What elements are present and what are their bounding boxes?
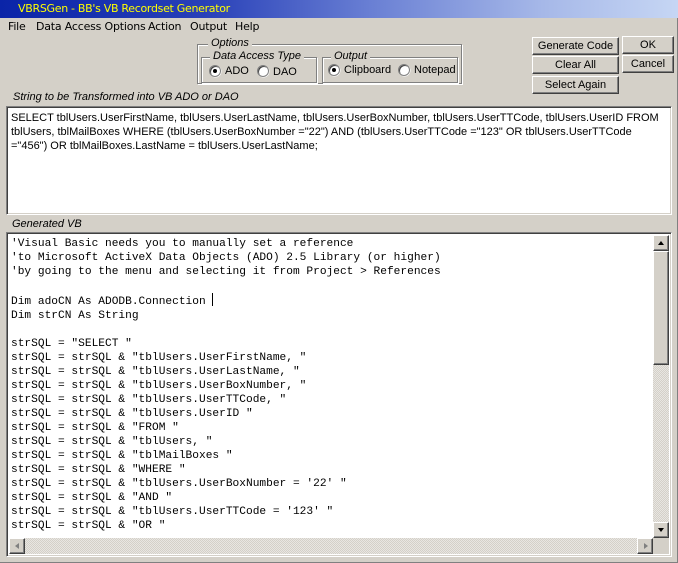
radio-clipboard-label[interactable]: Clipboard (344, 64, 391, 76)
radio-notepad-label[interactable]: Notepad (414, 64, 456, 76)
menu-help[interactable]: Help (235, 20, 259, 33)
radio-notepad-indicator[interactable] (398, 64, 410, 76)
radio-dao[interactable]: DAO (257, 65, 297, 78)
cancel-button[interactable]: Cancel (622, 55, 674, 73)
options-group: Options Data Access Type ADO DAO Output … (197, 37, 462, 84)
code-line: strSQL = strSQL & "tblUsers.UserTTCode =… (11, 506, 334, 518)
ok-button[interactable]: OK (622, 36, 674, 54)
horizontal-scrollbar[interactable] (9, 538, 653, 554)
code-line: strSQL = strSQL & "FROM " (11, 422, 179, 434)
arrow-up-icon (658, 241, 664, 245)
sql-input-textarea[interactable]: SELECT tblUsers.UserFirstName, tblUsers.… (6, 106, 672, 215)
code-line: strSQL = strSQL & "OR " (11, 520, 166, 532)
sql-input-label: String to be Transformed into VB ADO or … (13, 91, 239, 103)
radio-notepad[interactable]: Notepad (398, 64, 456, 76)
menu-file[interactable]: File (8, 20, 26, 33)
code-line: strSQL = strSQL & "tblUsers.UserFirstNam… (11, 352, 307, 364)
scroll-right-button[interactable] (637, 538, 653, 554)
app-window: VBRSGen - BB's VB Recordset Generator Fi… (0, 0, 678, 563)
code-line: strSQL = strSQL & "tblUsers, " (11, 436, 213, 448)
code-line: 'by going to the menu and selecting it f… (11, 266, 441, 278)
generated-vb-label: Generated VB (12, 218, 82, 230)
code-line: 'Visual Basic needs you to manually set … (11, 238, 354, 250)
radio-dao-indicator[interactable] (257, 65, 269, 77)
arrow-left-icon (15, 543, 19, 549)
code-line: strSQL = strSQL & "tblUsers.UserLastName… (11, 366, 300, 378)
arrow-right-icon (644, 543, 648, 549)
code-line: strSQL = strSQL & "AND " (11, 492, 173, 504)
menu-action[interactable]: Action (148, 20, 181, 33)
code-line: strSQL = strSQL & "tblMailBoxes " (11, 450, 233, 462)
scroll-down-button[interactable] (653, 522, 669, 538)
code-line: Dim strCN As String (11, 310, 139, 322)
radio-ado-label[interactable]: ADO (225, 65, 249, 77)
radio-ado-indicator[interactable] (209, 65, 221, 77)
output-group: Output Clipboard Notepad (322, 50, 458, 83)
generated-vb-textarea[interactable]: 'Visual Basic needs you to manually set … (6, 232, 672, 557)
generated-vb-code: 'Visual Basic needs you to manually set … (11, 237, 441, 533)
generate-code-button[interactable]: Generate Code (532, 37, 619, 55)
vertical-scrollbar[interactable] (653, 235, 669, 538)
menu-data-access-options[interactable]: Data Access Options (36, 20, 146, 33)
options-group-label: Options (208, 37, 252, 49)
menu-bar: File Data Access Options Action Output H… (0, 18, 678, 36)
select-again-button[interactable]: Select Again (532, 76, 619, 94)
scroll-left-button[interactable] (9, 538, 25, 554)
code-line: strSQL = strSQL & "tblUsers.UserBoxNumbe… (11, 380, 307, 392)
code-line: Dim adoCN As ADODB.Connection (11, 293, 441, 309)
radio-selected-dot (332, 68, 336, 72)
arrow-down-icon (658, 528, 664, 532)
scroll-up-button[interactable] (653, 235, 669, 251)
radio-clipboard-indicator[interactable] (328, 64, 340, 76)
code-line: 'to Microsoft ActiveX Data Objects (ADO)… (11, 252, 441, 264)
data-access-type-group: Data Access Type ADO DAO (201, 50, 317, 83)
title-bar[interactable]: VBRSGen - BB's VB Recordset Generator (0, 0, 678, 18)
output-group-label: Output (331, 50, 371, 62)
window-title: VBRSGen - BB's VB Recordset Generator (18, 2, 230, 15)
code-line: strSQL = strSQL & "tblUsers.UserID " (11, 408, 253, 420)
clear-all-button[interactable]: Clear All (532, 56, 619, 74)
radio-selected-dot (213, 69, 217, 73)
code-line: strSQL = strSQL & "WHERE " (11, 464, 186, 476)
sql-input-text: SELECT tblUsers.UserFirstName, tblUsers.… (11, 112, 662, 152)
radio-clipboard[interactable]: Clipboard (328, 64, 391, 76)
data-access-type-label: Data Access Type (210, 50, 305, 62)
radio-dao-label[interactable]: DAO (273, 66, 297, 78)
text-caret (212, 293, 214, 306)
code-line: strSQL = strSQL & "tblUsers.UserTTCode, … (11, 394, 287, 406)
code-line: strSQL = strSQL & "tblUsers.UserBoxNumbe… (11, 478, 347, 490)
menu-output[interactable]: Output (190, 20, 227, 33)
radio-ado[interactable]: ADO (209, 65, 249, 77)
vertical-scroll-thumb[interactable] (653, 251, 669, 365)
scrollbar-corner (653, 538, 669, 554)
code-line: strSQL = "SELECT " (11, 338, 132, 350)
